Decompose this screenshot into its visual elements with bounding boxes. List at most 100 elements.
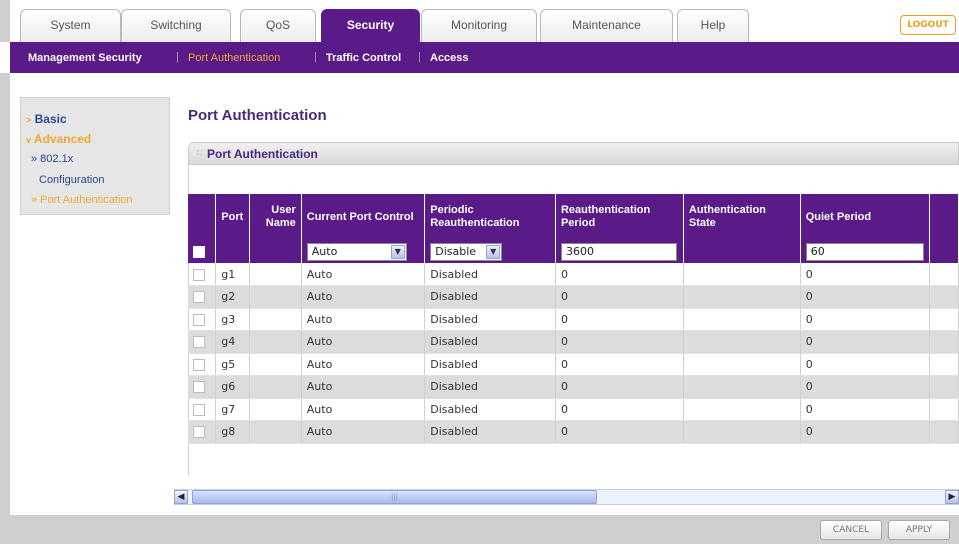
quiet-cell: 0 (800, 330, 930, 354)
grip-icon: :: (196, 147, 203, 158)
tab-help[interactable]: Help (677, 9, 749, 42)
period-cell: 0 (555, 375, 684, 399)
nav-802-1x-configuration-cont[interactable]: Configuration (39, 174, 104, 186)
left-nav-panel: > Basic v Advanced » 802.1x Configuratio… (20, 97, 170, 215)
state-cell (683, 398, 801, 421)
left-frame-border (0, 73, 10, 544)
user-name-cell (249, 398, 302, 421)
header-user-name: User Name (249, 194, 302, 240)
state-cell (683, 308, 801, 331)
panel-title: Port Authentication (207, 147, 318, 161)
table-row: g3 Auto Disabled 0 0 (188, 308, 959, 331)
tab-qos[interactable]: QoS (240, 9, 316, 42)
control-cell: Auto (301, 285, 426, 309)
quiet-cell: 0 (800, 308, 930, 331)
table-row: g1 Auto Disabled 0 0 (188, 263, 959, 286)
arrow-left-icon[interactable]: ◀ (174, 490, 188, 504)
subnav-traffic-control[interactable]: Traffic Control (326, 52, 401, 64)
header-overflow (929, 194, 959, 240)
periodic-reauthentication-select[interactable]: Disable ▼ (430, 242, 503, 261)
quiet-cell: 0 (800, 285, 930, 309)
security-subnav: Management Security | Port Authenticatio… (10, 42, 959, 73)
periodic-cell: Disabled (424, 308, 556, 331)
quiet-period-input[interactable]: 60 (805, 242, 924, 261)
header-authentication-state: Authentication State (683, 194, 801, 240)
period-cell: 0 (555, 308, 684, 331)
nav-advanced[interactable]: v Advanced (26, 132, 91, 146)
state-cell (683, 420, 801, 444)
subnav-access[interactable]: Access (430, 52, 469, 64)
user-name-cell (249, 420, 302, 444)
control-cell: Auto (301, 353, 426, 376)
chevron-down-icon: ▼ (390, 244, 405, 259)
row-checkbox[interactable] (193, 426, 205, 439)
row-checkbox[interactable] (193, 403, 205, 416)
row-checkbox[interactable] (193, 268, 205, 281)
row-checkbox[interactable] (193, 358, 205, 371)
horizontal-scrollbar[interactable]: ◀ ||| ▶ (174, 489, 959, 505)
tab-maintenance[interactable]: Maintenance (540, 9, 673, 42)
user-name-cell (249, 308, 302, 331)
control-cell: Auto (301, 308, 426, 331)
tab-security[interactable]: Security (321, 9, 420, 42)
chevron-down-icon: v (26, 135, 32, 145)
scrollbar-thumb[interactable]: ||| (192, 490, 597, 504)
cancel-button[interactable]: CANCEL (820, 520, 882, 540)
period-cell: 0 (555, 330, 684, 354)
periodic-cell: Disabled (424, 420, 556, 444)
port-cell: g3 (215, 308, 251, 331)
row-checkbox[interactable] (193, 291, 205, 304)
reauthentication-period-input[interactable]: 3600 (560, 242, 677, 261)
nav-basic[interactable]: > Basic (26, 112, 67, 126)
chevron-right-icon: > (26, 115, 32, 125)
nav-802-1x-configuration[interactable]: » 802.1x (31, 153, 73, 165)
user-name-cell (249, 285, 302, 309)
user-name-cell (249, 263, 302, 286)
control-cell: Auto (301, 330, 426, 354)
state-cell (683, 263, 801, 286)
arrow-right-icon[interactable]: ▶ (945, 490, 959, 504)
periodic-cell: Disabled (424, 285, 556, 309)
apply-button[interactable]: APPLY (888, 520, 950, 540)
state-cell (683, 285, 801, 309)
logout-button[interactable]: LOGOUT (900, 15, 956, 35)
subnav-management-security[interactable]: Management Security (28, 52, 142, 64)
header-periodic-reauthentication: Periodic Reauthentication (424, 194, 556, 240)
table-row: g6 Auto Disabled 0 0 (188, 375, 959, 399)
period-cell: 0 (555, 420, 684, 444)
row-checkbox[interactable] (193, 336, 205, 349)
select-all-checkbox[interactable] (193, 246, 205, 258)
control-cell: Auto (301, 375, 426, 399)
state-cell (683, 330, 801, 354)
row-checkbox[interactable] (193, 381, 205, 394)
tab-system[interactable]: System (20, 9, 121, 42)
panel-header: :: Port Authentication (188, 142, 959, 165)
period-cell: 0 (555, 398, 684, 421)
port-authentication-table: Port User Name Current Port Control Peri… (188, 194, 959, 444)
period-cell: 0 (555, 263, 684, 286)
quiet-cell: 0 (800, 398, 930, 421)
quiet-cell: 0 (800, 263, 930, 286)
current-port-control-select[interactable]: Auto ▼ (306, 242, 407, 261)
main-tab-bar: System Switching QoS Security Monitoring… (0, 0, 959, 42)
periodic-cell: Disabled (424, 330, 556, 354)
header-quiet-period: Quiet Period (800, 194, 930, 240)
control-cell: Auto (301, 263, 426, 286)
subnav-port-authentication[interactable]: Port Authentication (188, 52, 280, 64)
period-cell: 0 (555, 285, 684, 309)
tab-monitoring[interactable]: Monitoring (421, 9, 537, 42)
tab-switching[interactable]: Switching (121, 9, 231, 42)
periodic-cell: Disabled (424, 263, 556, 286)
table-row: g5 Auto Disabled 0 0 (188, 353, 959, 376)
nav-port-authentication[interactable]: » Port Authentication (31, 194, 133, 206)
state-cell (683, 353, 801, 376)
subnav-separator: | (176, 51, 179, 63)
row-checkbox[interactable] (193, 313, 205, 326)
periodic-cell: Disabled (424, 375, 556, 399)
control-cell: Auto (301, 420, 426, 444)
port-cell: g7 (215, 398, 251, 421)
header-current-port-control: Current Port Control (301, 194, 426, 240)
port-cell: g8 (215, 420, 251, 444)
port-cell: g2 (215, 285, 251, 309)
table-header-row: Port User Name Current Port Control Peri… (188, 194, 959, 240)
